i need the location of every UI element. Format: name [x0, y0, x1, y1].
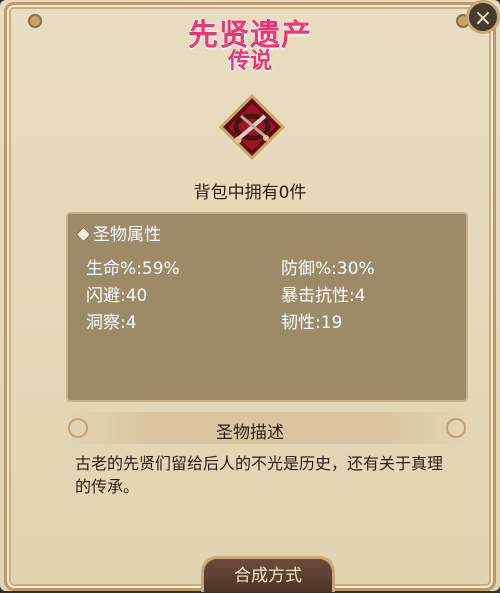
attribute-item: 洞察:4	[86, 313, 137, 333]
description-text: 古老的先贤们留给后人的不光是历史，还有关于真理的传承。	[75, 454, 444, 496]
attribute-item: 防御%:30%	[281, 259, 375, 279]
item-rarity: 传说	[227, 49, 272, 74]
diamond-bullet-icon	[75, 226, 92, 243]
item-detail-panel: 先贤遗产 传说 背包中拥有0件 圣物属性 生命%:59% 防御%:30% 闪避:…	[0, 0, 500, 592]
attribute-item: 闪避:40	[86, 286, 148, 306]
craft-method-button[interactable]: 合成方式	[201, 556, 335, 592]
close-button[interactable]: ×	[466, 0, 500, 34]
description-header: 圣物描述	[216, 423, 284, 443]
owned-count: 背包中拥有0件	[193, 183, 307, 203]
attributes-header: 圣物属性	[75, 220, 161, 245]
attributes-header-label: 圣物属性	[93, 225, 161, 245]
attribute-item: 韧性:19	[281, 313, 343, 333]
attribute-item: 暴击抗性:4	[281, 286, 366, 306]
relic-icon	[219, 94, 285, 160]
relic-cross-swords-icon	[219, 94, 285, 160]
attribute-item: 生命%:59%	[86, 259, 180, 279]
